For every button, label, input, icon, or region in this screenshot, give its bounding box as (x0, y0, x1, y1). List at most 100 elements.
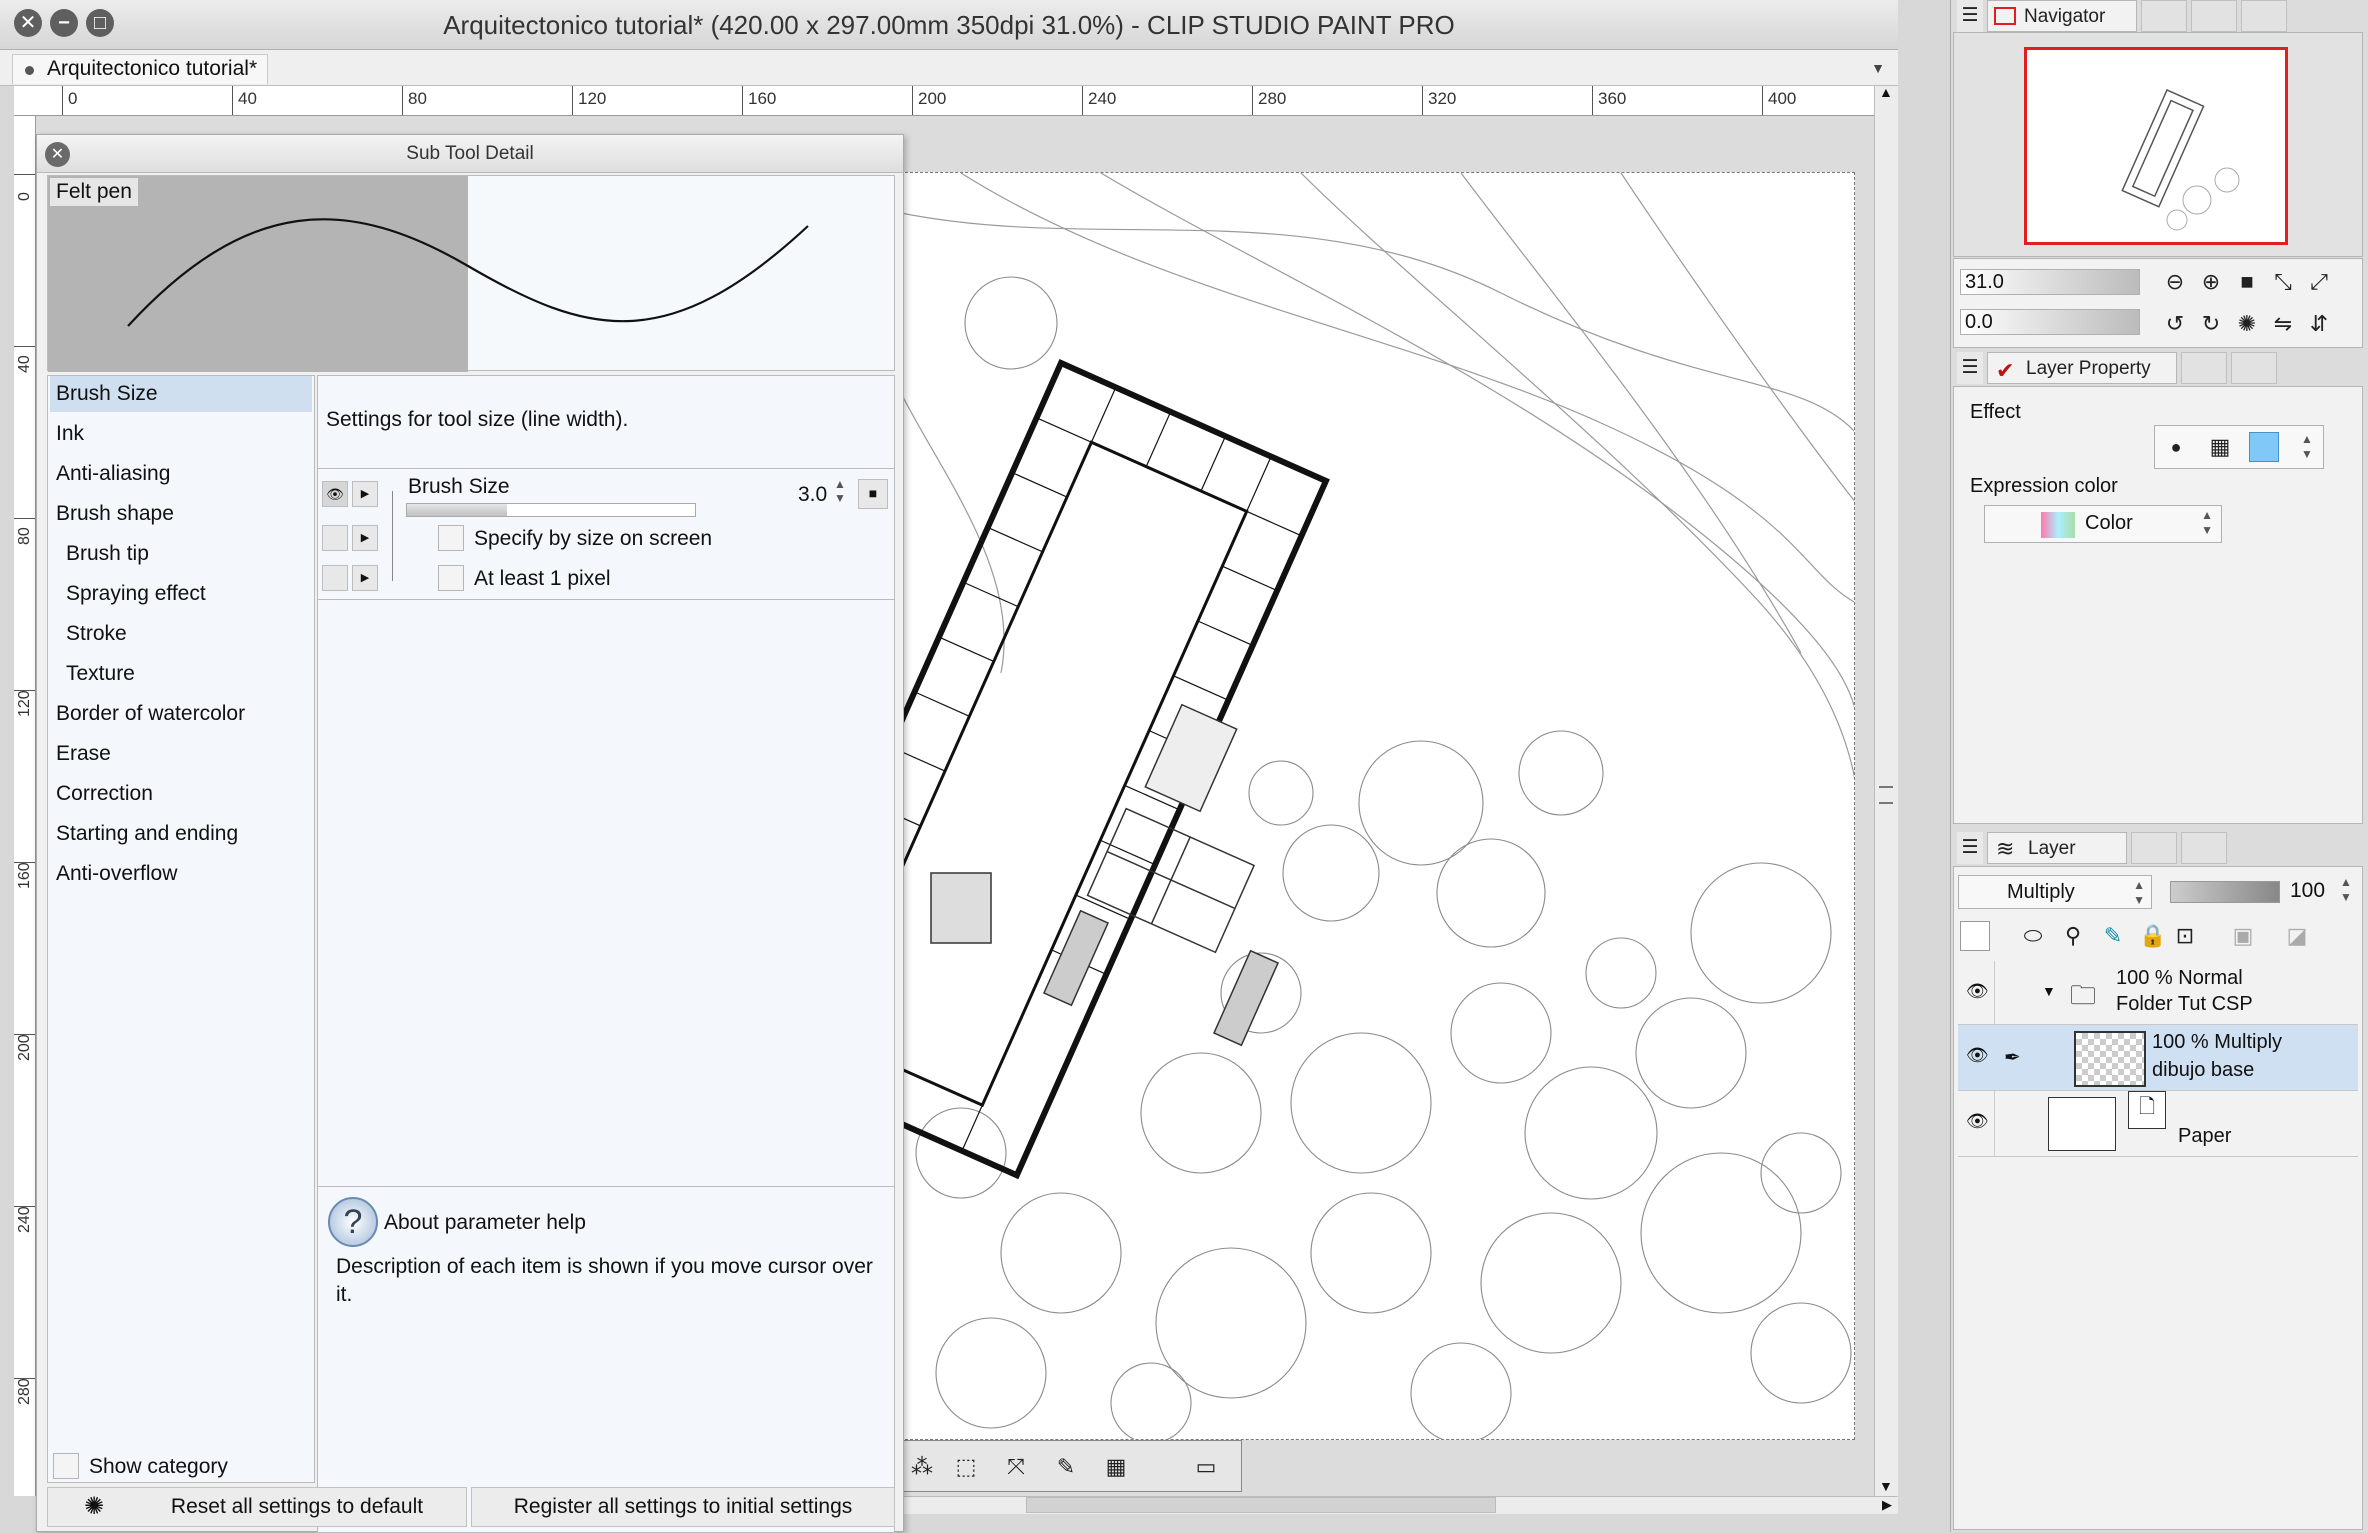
canvas-paper[interactable] (900, 172, 1855, 1440)
mask-enable-icon[interactable]: ▣ (2228, 921, 2258, 951)
flip-vertical-icon[interactable]: ⇵ (2304, 309, 2334, 339)
zoom-in-icon[interactable]: ⊕ (2196, 267, 2226, 297)
layer-row-dibujo-base[interactable]: 👁 ✒ 100 % Multiply dibujo base (1958, 1025, 2358, 1091)
actual-size-icon[interactable]: ⤢ (2304, 267, 2334, 297)
expand-arrow-icon[interactable]: ▶ (352, 565, 378, 591)
tab-navigator[interactable]: Navigator (1987, 0, 2137, 32)
opacity-stepper-icon[interactable]: ▲ ▼ (2340, 875, 2352, 905)
eye-icon[interactable]: 👁 (322, 481, 348, 507)
opacity-value[interactable]: 100 (2290, 879, 2325, 903)
rotate-right-icon[interactable]: ↻ (2196, 309, 2226, 339)
eye-icon[interactable]: 👁 (1966, 981, 1989, 1002)
category-item[interactable]: Brush tip (50, 536, 312, 572)
ruler-range-icon[interactable]: ◪ (2282, 921, 2312, 951)
category-item[interactable]: Anti-aliasing (50, 456, 312, 492)
tab-sub-view[interactable] (2141, 0, 2187, 32)
scroll-thumb[interactable] (1026, 1497, 1496, 1513)
tab-user[interactable] (2241, 0, 2287, 32)
chevron-down-icon[interactable]: ▼ (1866, 56, 1890, 80)
select-dots-icon[interactable]: ⁂ (907, 1452, 937, 1482)
blend-mode-select[interactable]: Multiply ▲ ▼ (1958, 875, 2152, 909)
tab-search-layer[interactable] (2181, 352, 2227, 384)
fit-to-screen-icon[interactable]: ■ (2232, 267, 2262, 297)
register-settings-button[interactable]: Register all settings to initial setting… (471, 1487, 895, 1527)
specify-size-checkbox[interactable] (438, 525, 464, 551)
brush-size-slider[interactable] (406, 503, 696, 517)
rect-select-icon[interactable]: ⬚ (951, 1452, 981, 1482)
scroll-thumb-icon[interactable] (1879, 786, 1893, 804)
document-tab[interactable]: Arquitectonico tutorial* (12, 54, 269, 84)
fit-navigator-icon[interactable]: ⤡ (2268, 267, 2298, 297)
tone-effect-icon[interactable]: ▦ (2205, 432, 2235, 462)
at-least-1-pixel-checkbox[interactable] (438, 565, 464, 591)
effect-stepper-icon[interactable]: ▲ ▼ (2301, 432, 2313, 462)
layer-row-folder[interactable]: 👁 ▼ 🗀 100 % Normal Folder Tut CSP (1958, 961, 2358, 1025)
vertical-scrollbar[interactable]: ▲ ▼ (1874, 84, 1898, 1496)
lock-transparency-icon[interactable]: ⊡ (2170, 921, 2200, 951)
category-item[interactable]: Stroke (50, 616, 312, 652)
scroll-right-icon[interactable]: ▶ (1882, 1497, 1892, 1513)
ruler-tick-text: 160 (16, 862, 33, 889)
tab-layer-property[interactable]: ✔ Layer Property (1987, 352, 2177, 384)
layer-property-panel: Effect ● ▦ ▲ ▼ Expression color Color ▲ ▼ (1953, 386, 2363, 824)
tab-navigator-label: Navigator (2024, 6, 2106, 27)
tab-animation[interactable] (2181, 832, 2227, 864)
panel-menu-icon[interactable]: ☰ (1957, 0, 1983, 32)
canvas-tool-bar: ⁂ ⬚ ⤧ ✎ ▦ ▭ (900, 1440, 1242, 1492)
rotation-value-field[interactable]: 0.0 (1960, 309, 2140, 335)
reset-settings-button[interactable]: ✺ Reset all settings to default (47, 1487, 467, 1527)
category-item[interactable]: Anti-overflow (50, 856, 312, 892)
eye-icon[interactable]: 👁 (1966, 1045, 1989, 1066)
layer-color-swatch[interactable] (1960, 921, 1990, 951)
scroll-down-icon[interactable]: ▼ (1879, 1478, 1893, 1494)
clip-lower-layer-icon[interactable]: ⬭ (2018, 921, 2048, 951)
tab-layer[interactable]: ≋ Layer (1987, 832, 2127, 864)
brush-size-stepper-icon[interactable]: ▲ ▼ (834, 477, 846, 505)
reference-layer-icon[interactable]: ⚲ (2058, 921, 2088, 951)
close-icon[interactable]: ✕ (45, 142, 70, 167)
category-item[interactable]: Border of watercolor (50, 696, 312, 732)
category-item[interactable]: Texture (50, 656, 312, 692)
draft-layer-icon[interactable]: ✎ (2098, 921, 2128, 951)
layer-row-paper[interactable]: 👁 🗋 Paper (1958, 1091, 2358, 1157)
layer-color-icon[interactable] (2249, 432, 2279, 462)
ruler-icon[interactable]: ▭ (1191, 1452, 1221, 1482)
panel-menu-icon[interactable]: ☰ (1957, 352, 1983, 384)
eye-icon[interactable] (322, 565, 348, 591)
opacity-slider[interactable] (2170, 881, 2280, 903)
category-item[interactable]: Erase (50, 736, 312, 772)
navigator-thumbnail[interactable] (2024, 47, 2288, 245)
zoom-out-icon[interactable]: ⊖ (2160, 267, 2190, 297)
transform-icon[interactable]: ⤧ (1001, 1452, 1031, 1482)
category-item[interactable]: Correction (50, 776, 312, 812)
expression-color-select[interactable]: Color ▲ ▼ (1984, 505, 2222, 543)
category-item[interactable]: Ink (50, 416, 312, 452)
fill-icon[interactable]: ✎ (1051, 1452, 1081, 1482)
flip-horizontal-icon[interactable]: ⇋ (2268, 309, 2298, 339)
pressure-settings-icon[interactable]: ■ (858, 479, 888, 509)
reset-rotation-icon[interactable]: ✺ (2232, 309, 2262, 339)
category-item[interactable]: Starting and ending (50, 816, 312, 852)
stroke-preview (127, 218, 809, 327)
brush-size-value[interactable]: 3.0 (798, 483, 827, 507)
brush-size-label: Brush Size (408, 475, 510, 498)
lock-layer-icon[interactable]: 🔒 (2138, 921, 2168, 951)
category-item[interactable]: Brush shape (50, 496, 312, 532)
chevron-down-icon[interactable]: ▼ (2042, 983, 2056, 999)
eye-icon[interactable] (322, 525, 348, 551)
category-item[interactable]: Brush Size (50, 376, 312, 412)
scroll-up-icon[interactable]: ▲ (1879, 84, 1893, 100)
expand-arrow-icon[interactable]: ▶ (352, 525, 378, 551)
show-category-checkbox[interactable] (53, 1453, 79, 1479)
zoom-value-field[interactable]: 31.0 (1960, 269, 2140, 295)
clear-icon[interactable]: ▦ (1101, 1452, 1131, 1482)
tab-item-bank[interactable] (2191, 0, 2237, 32)
category-item[interactable]: Spraying effect (50, 576, 312, 612)
border-effect-icon[interactable]: ● (2161, 432, 2191, 462)
tab-history[interactable] (2131, 832, 2177, 864)
expand-arrow-icon[interactable]: ▶ (352, 481, 378, 507)
rotate-left-icon[interactable]: ↺ (2160, 309, 2190, 339)
eye-icon[interactable]: 👁 (1966, 1111, 1989, 1132)
tab-color-set[interactable] (2231, 352, 2277, 384)
panel-menu-icon[interactable]: ☰ (1957, 832, 1983, 864)
